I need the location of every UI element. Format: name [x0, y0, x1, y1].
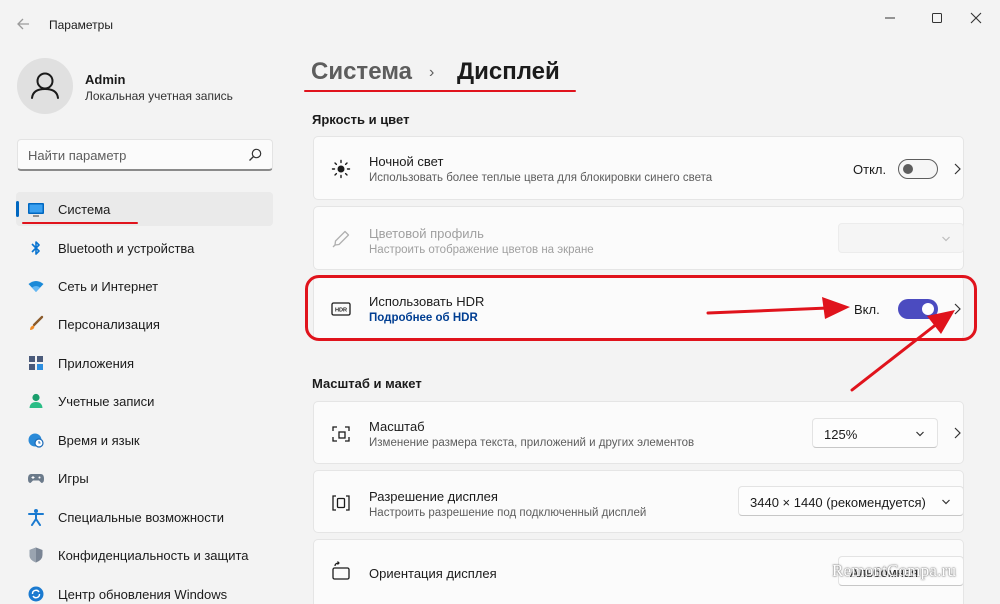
arrow-to-hdr-label-icon [706, 297, 850, 319]
arrow-to-hdr-chevron-icon [850, 310, 955, 392]
watermark: RemontCompa.ru [832, 561, 957, 580]
annotation-arrows [706, 297, 955, 392]
